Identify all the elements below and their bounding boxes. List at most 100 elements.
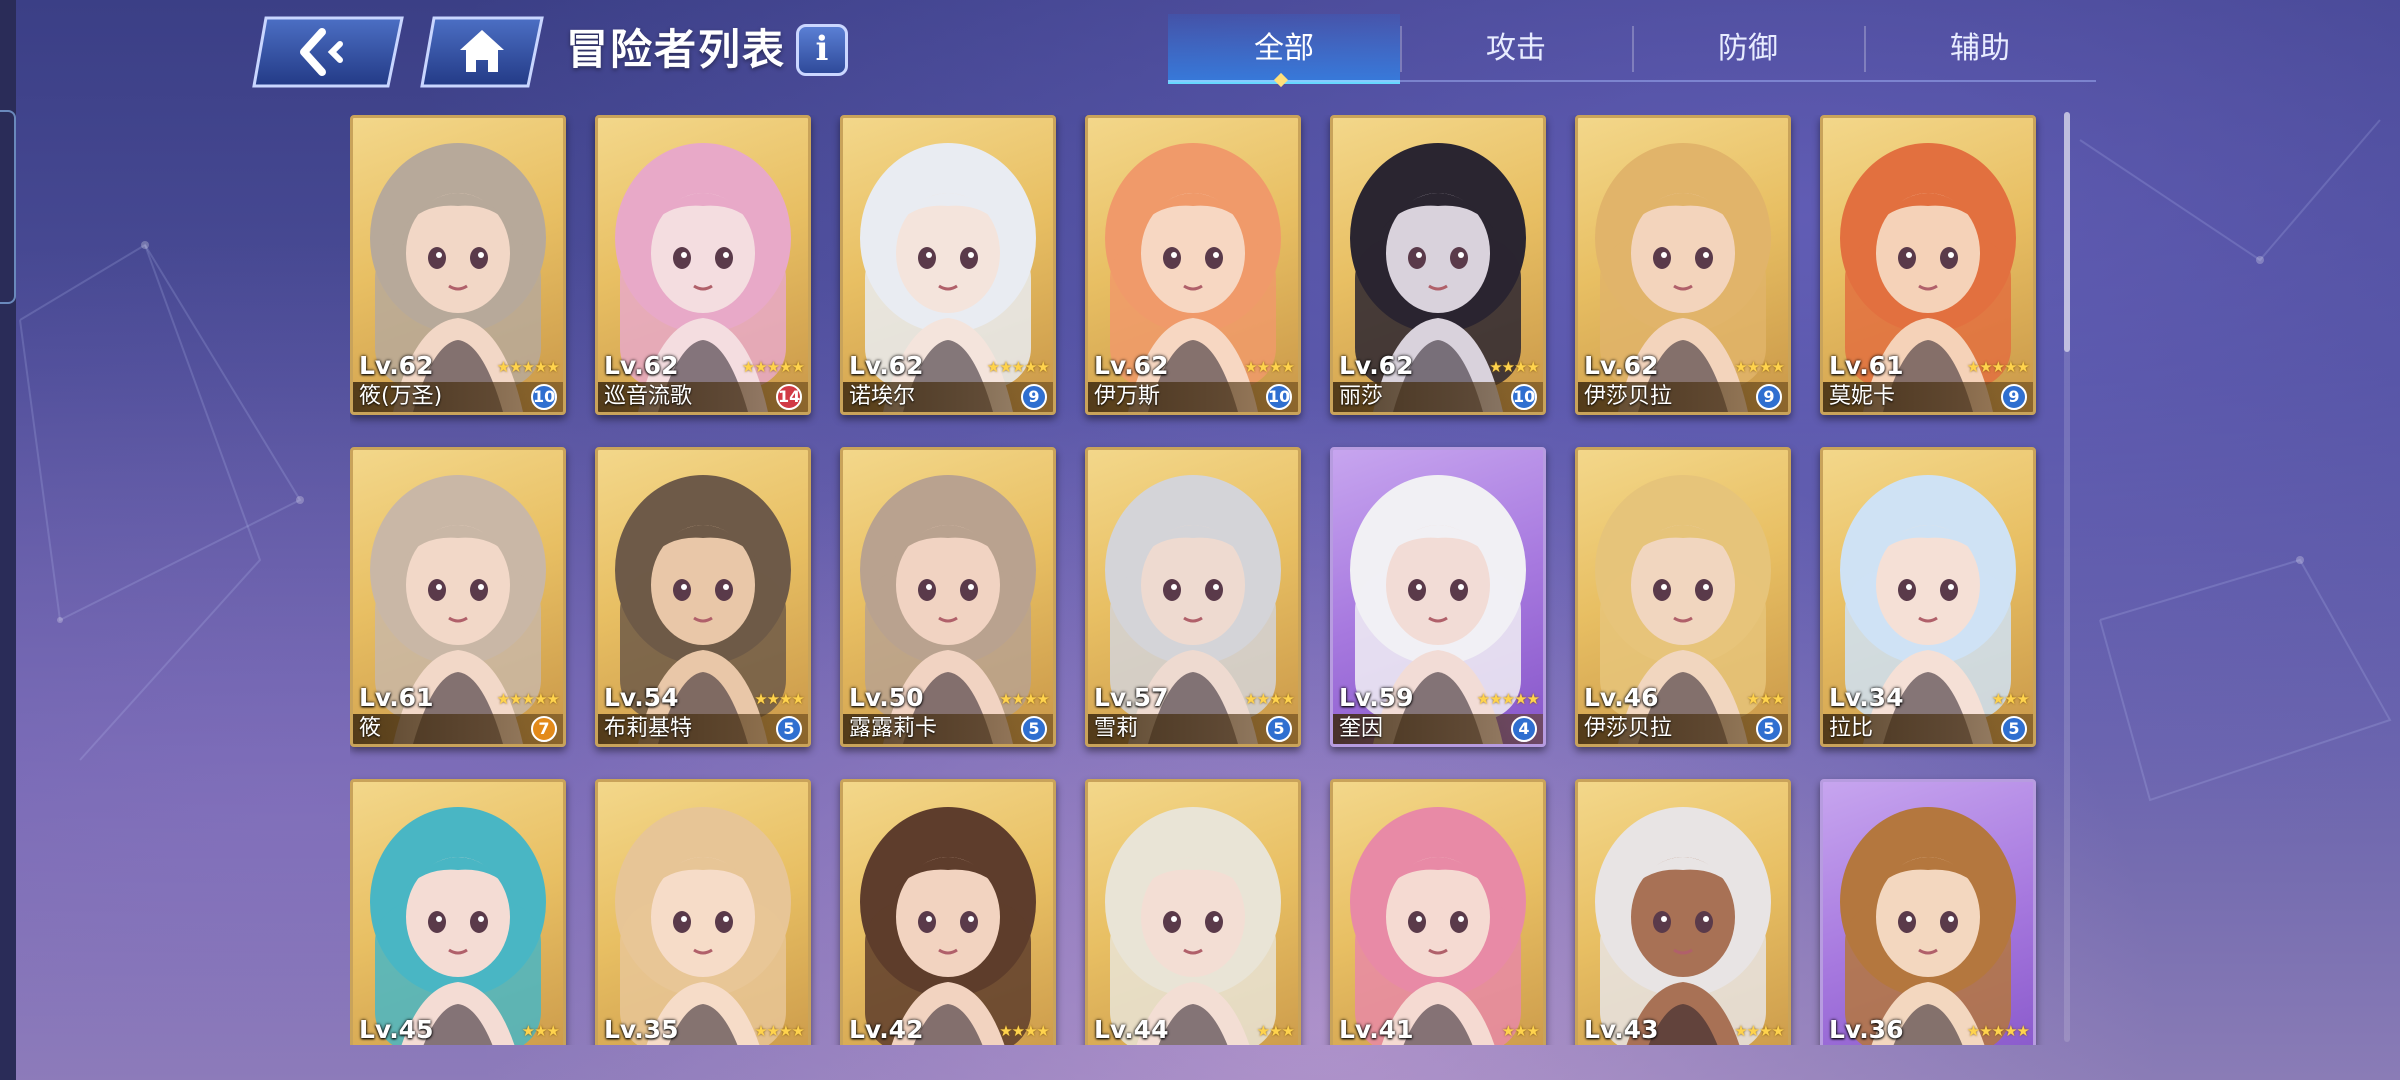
adventurer-card[interactable]: Lv.50 ★★★★ 露露莉卡 5 <box>840 447 1056 747</box>
adventurer-card[interactable]: Lv.46 ★★★ 伊莎贝拉 5 <box>1575 447 1791 747</box>
adventurer-card[interactable]: Lv.43 ★★★★ <box>1575 779 1791 1045</box>
card-rank-badge: 9 <box>2001 384 2027 410</box>
character-portrait <box>1840 807 2016 1045</box>
tab-attack[interactable]: 攻击 <box>1400 14 1632 84</box>
card-star-rating: ★★★★ <box>754 1022 805 1040</box>
card-star-rating: ★★★★ <box>999 1022 1050 1040</box>
card-star-rating: ★★★★ <box>1734 358 1785 376</box>
adventurer-card[interactable]: Lv.45 ★★★ <box>350 779 566 1045</box>
card-level: Lv.57 <box>1094 683 1169 712</box>
card-rank-badge: 10 <box>1511 384 1537 410</box>
adventurer-card[interactable]: Lv.62 ★★★★★ 诺埃尔 9 <box>840 115 1056 415</box>
card-name: 巡音流歌 <box>604 384 693 409</box>
card-rank-badge: 14 <box>776 384 802 410</box>
card-star-rating: ★★★★★ <box>986 358 1050 376</box>
card-level: Lv.59 <box>1339 683 1414 712</box>
adventurer-card[interactable]: Lv.57 ★★★★ 雪莉 5 <box>1085 447 1301 747</box>
card-name: 筱(万圣) <box>359 384 443 409</box>
card-rank-badge: 10 <box>1266 384 1292 410</box>
character-portrait <box>1595 807 1771 1045</box>
adventurer-card[interactable]: Lv.42 ★★★★ <box>840 779 1056 1045</box>
card-level: Lv.62 <box>1094 351 1169 380</box>
card-star-rating: ★★★★ <box>999 690 1050 708</box>
card-rank-badge: 7 <box>531 716 557 742</box>
adventurer-card[interactable]: Lv.62 ★★★★ 伊莎贝拉 9 <box>1575 115 1791 415</box>
adventurer-card[interactable]: Lv.61 ★★★★★ 莫妮卡 9 <box>1820 115 2036 415</box>
card-star-rating: ★★★ <box>1501 1022 1540 1040</box>
adventurer-card[interactable]: Lv.34 ★★★ 拉比 5 <box>1820 447 2036 747</box>
info-button[interactable]: i <box>796 24 848 76</box>
card-star-rating: ★★★★★ <box>1966 358 2030 376</box>
card-rank-badge: 9 <box>1021 384 1047 410</box>
card-name: 露露莉卡 <box>849 716 938 741</box>
card-star-rating: ★★★★ <box>1244 358 1295 376</box>
card-star-rating: ★★★★ <box>1244 690 1295 708</box>
card-level: Lv.43 <box>1584 1015 1659 1044</box>
card-level: Lv.62 <box>1339 351 1414 380</box>
card-name: 伊莎贝拉 <box>1584 384 1673 409</box>
card-level: Lv.41 <box>1339 1015 1414 1044</box>
card-star-rating: ★★★★ <box>1734 1022 1785 1040</box>
adventurer-card[interactable]: Lv.62 ★★★★ 伊万斯 10 <box>1085 115 1301 415</box>
adventurer-card[interactable]: Lv.59 ★★★★★ 奎因 4 <box>1330 447 1546 747</box>
character-portrait <box>1105 807 1281 1045</box>
card-star-rating: ★★★★ <box>1489 358 1540 376</box>
adventurer-card[interactable]: Lv.62 ★★★★★ 巡音流歌 14 <box>595 115 811 415</box>
adventurer-card[interactable]: Lv.62 ★★★★★ 筱(万圣) 10 <box>350 115 566 415</box>
grid-scroll-thumb[interactable] <box>2064 112 2070 352</box>
adventurer-card[interactable]: Lv.36 ★★★★★ <box>1820 779 2036 1045</box>
card-rank-badge: 5 <box>1756 716 1782 742</box>
card-star-rating: ★★★ <box>1746 690 1785 708</box>
card-level: Lv.50 <box>849 683 924 712</box>
card-level: Lv.54 <box>604 683 679 712</box>
adventurer-card[interactable]: Lv.41 ★★★ <box>1330 779 1546 1045</box>
tab-all[interactable]: 全部 <box>1168 14 1400 84</box>
card-rank-badge: 10 <box>531 384 557 410</box>
character-portrait <box>615 807 791 1045</box>
card-name: 拉比 <box>1829 716 1874 741</box>
card-level: Lv.62 <box>604 351 679 380</box>
home-button[interactable] <box>420 16 544 88</box>
card-name: 伊万斯 <box>1094 384 1161 409</box>
card-star-rating: ★★★★★ <box>741 358 805 376</box>
home-icon <box>420 16 544 88</box>
card-star-rating: ★★★★ <box>754 690 805 708</box>
tab-support[interactable]: 辅助 <box>1864 14 2096 84</box>
card-level: Lv.35 <box>604 1015 679 1044</box>
card-rank-badge: 5 <box>1021 716 1047 742</box>
adventurer-grid: Lv.62 ★★★★★ 筱(万圣) 10 Lv.62 ★★★★★ 巡音流歌 14 Lv.62 ★★… <box>350 115 2050 1045</box>
adventurer-card[interactable]: Lv.35 ★★★★ <box>595 779 811 1045</box>
card-level: Lv.61 <box>1829 351 1904 380</box>
card-level: Lv.44 <box>1094 1015 1169 1044</box>
card-level: Lv.62 <box>849 351 924 380</box>
adventurer-card[interactable]: Lv.54 ★★★★ 布莉基特 5 <box>595 447 811 747</box>
card-star-rating: ★★★ <box>521 1022 560 1040</box>
side-drawer-handle[interactable] <box>0 110 16 304</box>
card-level: Lv.62 <box>1584 351 1659 380</box>
card-level: Lv.46 <box>1584 683 1659 712</box>
card-star-rating: ★★★★★ <box>496 690 560 708</box>
page-title: 冒险者列表 <box>566 25 787 74</box>
adventurer-card[interactable]: Lv.62 ★★★★ 丽莎 10 <box>1330 115 1546 415</box>
card-rank-badge: 9 <box>1756 384 1782 410</box>
adventurer-card[interactable]: Lv.61 ★★★★★ 筱 7 <box>350 447 566 747</box>
card-level: Lv.42 <box>849 1015 924 1044</box>
card-name: 丽莎 <box>1339 384 1384 409</box>
card-rank-badge: 5 <box>1266 716 1292 742</box>
character-portrait <box>1350 807 1526 1045</box>
card-name: 奎因 <box>1339 716 1384 741</box>
card-rank-badge: 4 <box>1511 716 1537 742</box>
card-level: Lv.36 <box>1829 1015 1904 1044</box>
card-name: 雪莉 <box>1094 716 1139 741</box>
card-star-rating: ★★★ <box>1991 690 2030 708</box>
card-name: 诺埃尔 <box>849 384 916 409</box>
tabs-underline <box>1168 80 2096 82</box>
tab-defense[interactable]: 防御 <box>1632 14 1864 84</box>
adventurer-card[interactable]: Lv.44 ★★★ <box>1085 779 1301 1045</box>
card-star-rating: ★★★★★ <box>1966 1022 2030 1040</box>
back-button[interactable] <box>252 16 404 88</box>
card-level: Lv.62 <box>359 351 434 380</box>
card-star-rating: ★★★★★ <box>496 358 560 376</box>
card-name: 筱 <box>359 716 382 741</box>
character-portrait <box>370 807 546 1045</box>
